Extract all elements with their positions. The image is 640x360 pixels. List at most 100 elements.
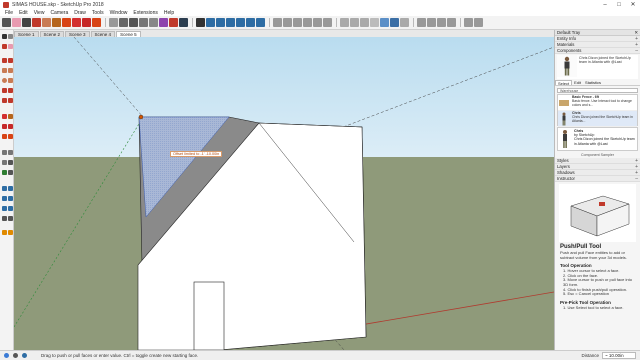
pie-icon[interactable] bbox=[8, 98, 13, 103]
zoom-extents-side-icon[interactable] bbox=[2, 206, 7, 211]
arc2-icon[interactable] bbox=[8, 88, 13, 93]
select-tool-icon[interactable] bbox=[2, 18, 11, 27]
component-make-icon[interactable] bbox=[8, 34, 13, 39]
component-icon[interactable] bbox=[139, 18, 148, 27]
offset-tool-icon[interactable] bbox=[62, 18, 71, 27]
paint-bucket-icon[interactable] bbox=[129, 18, 138, 27]
arc-icon[interactable] bbox=[2, 88, 7, 93]
menu-extensions[interactable]: Extensions bbox=[130, 10, 160, 16]
maximize-button[interactable]: □ bbox=[612, 2, 626, 8]
section-components[interactable]: Components – bbox=[555, 48, 640, 54]
line-tool-icon[interactable] bbox=[22, 18, 31, 27]
measurements-input[interactable]: ~ 10.00in bbox=[602, 352, 636, 359]
position-camera-icon[interactable] bbox=[8, 206, 13, 211]
select-icon[interactable] bbox=[2, 34, 7, 39]
pan-icon[interactable] bbox=[216, 18, 225, 27]
pan-side-icon[interactable] bbox=[8, 186, 13, 191]
zoom-side-icon[interactable] bbox=[2, 196, 7, 201]
zoom-window-side-icon[interactable] bbox=[8, 196, 13, 201]
paint-icon[interactable] bbox=[2, 44, 7, 49]
walk-icon[interactable] bbox=[464, 18, 473, 27]
look-around-icon[interactable] bbox=[474, 18, 483, 27]
section-instructor[interactable]: Instructor – bbox=[555, 176, 640, 182]
dimension-icon[interactable] bbox=[8, 150, 13, 155]
scale-tool-icon[interactable] bbox=[92, 18, 101, 27]
scale-icon[interactable] bbox=[2, 134, 7, 139]
list-item[interactable]: Basic Fence - 6ft Basic fence. Use Inter… bbox=[558, 95, 637, 111]
arc3-icon[interactable] bbox=[2, 98, 7, 103]
menu-edit[interactable]: Edit bbox=[16, 10, 31, 16]
sandbox-icon[interactable] bbox=[8, 230, 13, 235]
rotate-icon[interactable] bbox=[2, 124, 7, 129]
left-view-icon[interactable] bbox=[323, 18, 332, 27]
pushpull-icon[interactable] bbox=[8, 114, 13, 119]
line-icon[interactable] bbox=[2, 58, 7, 63]
move-tool-icon[interactable] bbox=[72, 18, 81, 27]
section-fill-icon[interactable] bbox=[447, 18, 456, 27]
section-side-icon[interactable] bbox=[2, 230, 7, 235]
menu-view[interactable]: View bbox=[31, 10, 48, 16]
tab-edit[interactable]: Edit bbox=[572, 80, 583, 85]
xray-icon[interactable] bbox=[340, 18, 349, 27]
arrow-icon[interactable] bbox=[196, 18, 205, 27]
menu-draw[interactable]: Draw bbox=[71, 10, 89, 16]
look-around-side-icon[interactable] bbox=[8, 216, 13, 221]
arc-tool-icon[interactable] bbox=[32, 18, 41, 27]
display-section-icon[interactable] bbox=[427, 18, 436, 27]
help-icon[interactable] bbox=[22, 353, 27, 358]
rotated-rect-icon[interactable] bbox=[8, 68, 13, 73]
list-item[interactable]: Chris Chris Dizon joined the SketchUp te… bbox=[558, 111, 637, 127]
tab-statistics[interactable]: Statistics bbox=[583, 80, 603, 85]
walk-side-icon[interactable] bbox=[2, 216, 7, 221]
menu-camera[interactable]: Camera bbox=[47, 10, 71, 16]
offset-icon[interactable] bbox=[8, 134, 13, 139]
3d-text-icon[interactable] bbox=[8, 170, 13, 175]
circle-icon[interactable] bbox=[2, 78, 7, 83]
viewport-canvas[interactable] bbox=[14, 37, 554, 350]
pushpull-tool-icon[interactable] bbox=[52, 18, 61, 27]
section-plane-icon[interactable] bbox=[417, 18, 426, 27]
iso-view-icon[interactable] bbox=[273, 18, 282, 27]
eraser-icon[interactable] bbox=[8, 44, 13, 49]
text-tool-icon[interactable] bbox=[119, 18, 128, 27]
right-view-icon[interactable] bbox=[303, 18, 312, 27]
tape-measure-icon[interactable] bbox=[109, 18, 118, 27]
shaded-icon[interactable] bbox=[380, 18, 389, 27]
polygon-icon[interactable] bbox=[8, 78, 13, 83]
group-icon[interactable] bbox=[149, 18, 158, 27]
back-view-icon[interactable] bbox=[313, 18, 322, 27]
freehand-icon[interactable] bbox=[8, 58, 13, 63]
tab-select[interactable]: Select bbox=[555, 80, 573, 86]
section-cut-icon[interactable] bbox=[437, 18, 446, 27]
wireframe-icon[interactable] bbox=[360, 18, 369, 27]
close-button[interactable]: ✕ bbox=[626, 1, 640, 8]
menu-window[interactable]: Window bbox=[107, 10, 131, 16]
top-view-icon[interactable] bbox=[283, 18, 292, 27]
shaded-textures-icon[interactable] bbox=[390, 18, 399, 27]
move-icon[interactable] bbox=[2, 114, 7, 119]
zoom-icon[interactable] bbox=[226, 18, 235, 27]
monochrome-icon[interactable] bbox=[400, 18, 409, 27]
rotate-tool-icon[interactable] bbox=[82, 18, 91, 27]
zoom-extents-icon[interactable] bbox=[246, 18, 255, 27]
warehouse-search-input[interactable]: Warehouse bbox=[557, 87, 638, 93]
extension-icon[interactable] bbox=[169, 18, 178, 27]
follow-me-icon[interactable] bbox=[8, 124, 13, 129]
shape-tool-icon[interactable] bbox=[42, 18, 51, 27]
hidden-line-icon[interactable] bbox=[370, 18, 379, 27]
protractor-icon[interactable] bbox=[2, 160, 7, 165]
credits-icon[interactable] bbox=[13, 353, 18, 358]
zoom-window-icon[interactable] bbox=[236, 18, 245, 27]
back-edges-icon[interactable] bbox=[350, 18, 359, 27]
model-viewport[interactable]: Offset limited to -1' -10.00in bbox=[14, 37, 554, 350]
menu-tools[interactable]: Tools bbox=[89, 10, 107, 16]
warehouse-icon[interactable] bbox=[159, 18, 168, 27]
front-view-icon[interactable] bbox=[293, 18, 302, 27]
axes-icon[interactable] bbox=[2, 170, 7, 175]
layout-icon[interactable] bbox=[179, 18, 188, 27]
rectangle-icon[interactable] bbox=[2, 68, 7, 73]
previous-view-icon[interactable] bbox=[256, 18, 265, 27]
orbit-icon[interactable] bbox=[206, 18, 215, 27]
menu-help[interactable]: Help bbox=[161, 10, 177, 16]
menu-file[interactable]: File bbox=[2, 10, 16, 16]
